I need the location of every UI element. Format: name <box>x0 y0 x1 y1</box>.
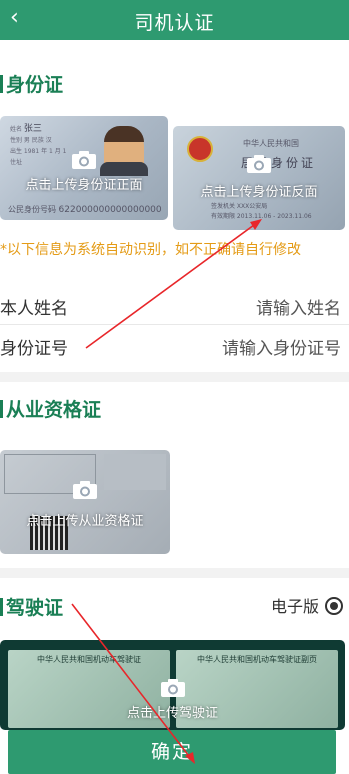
section-marker <box>0 400 3 418</box>
section-title-license: 驾驶证 <box>0 593 63 620</box>
idno-label: 身份证号 <box>0 339 68 359</box>
idno-input[interactable]: 请输入身份证号 <box>222 334 341 359</box>
section-divider <box>0 568 349 578</box>
electronic-version-label: 电子版 <box>270 597 319 616</box>
electronic-version-option[interactable]: 电子版 <box>271 593 343 617</box>
id-front-sample-number: 公民身份号码 622000000000000000 <box>8 205 162 215</box>
upload-id-back[interactable]: 中华人民共和国 居民身份证 点击上传身份证反面 签发机关 XXX公安局 有效期限… <box>173 126 345 230</box>
id-front-sample-fields: 姓名 张三 性别 男 民族 汉 出生 1981 年 1 月 1 住址 <box>10 124 67 166</box>
id-back-sample-country: 中华人民共和国 <box>243 139 299 148</box>
cert-detail-sample <box>104 454 166 490</box>
upload-driver-license-label: 点击上传驾驶证 <box>126 706 218 721</box>
name-input[interactable]: 请输入姓名 <box>256 294 341 319</box>
upload-driver-license[interactable]: 中华人民共和国机动车驾驶证 中华人民共和国机动车驾驶证副页 点击上传驾驶证 <box>0 640 345 730</box>
idno-row[interactable]: 身份证号 请输入身份证号 <box>0 328 349 362</box>
section-divider <box>0 372 349 382</box>
camera-icon <box>72 151 96 169</box>
upload-id-back-label: 点击上传身份证反面 <box>200 185 318 200</box>
section-marker <box>0 598 3 616</box>
confirm-button[interactable]: 确定 <box>8 730 336 774</box>
camera-icon <box>247 155 271 173</box>
auto-recognition-notice: *以下信息为系统自动识别，如不正确请自行修改 <box>0 242 301 258</box>
national-emblem <box>187 136 213 162</box>
row-divider <box>0 324 349 325</box>
camera-icon <box>73 481 97 499</box>
name-label: 本人姓名 <box>0 299 68 319</box>
page-title: 司机认证 <box>134 12 215 34</box>
top-bar: ‹ 司机认证 <box>0 0 349 40</box>
portrait-photo <box>100 126 148 176</box>
name-row[interactable]: 本人姓名 请输入姓名 <box>0 288 349 322</box>
upload-id-front[interactable]: 姓名 张三 性别 男 民族 汉 出生 1981 年 1 月 1 住址 点击上传身… <box>0 116 168 220</box>
upload-qualification[interactable]: 点击上传从业资格证 <box>0 450 170 554</box>
upload-qualification-label: 点击上传从业资格证 <box>26 514 144 529</box>
electronic-version-radio[interactable] <box>325 597 343 615</box>
section-title-qualification: 从业资格证 <box>0 395 101 422</box>
id-back-sample-fields: 签发机关 XXX公安局 有效期限 2013.11.06 - 2023.11.06 <box>211 203 312 220</box>
camera-icon <box>160 679 185 697</box>
section-marker <box>0 75 3 93</box>
section-title-id: 身份证 <box>0 70 63 97</box>
upload-id-front-label: 点击上传身份证正面 <box>25 178 143 193</box>
